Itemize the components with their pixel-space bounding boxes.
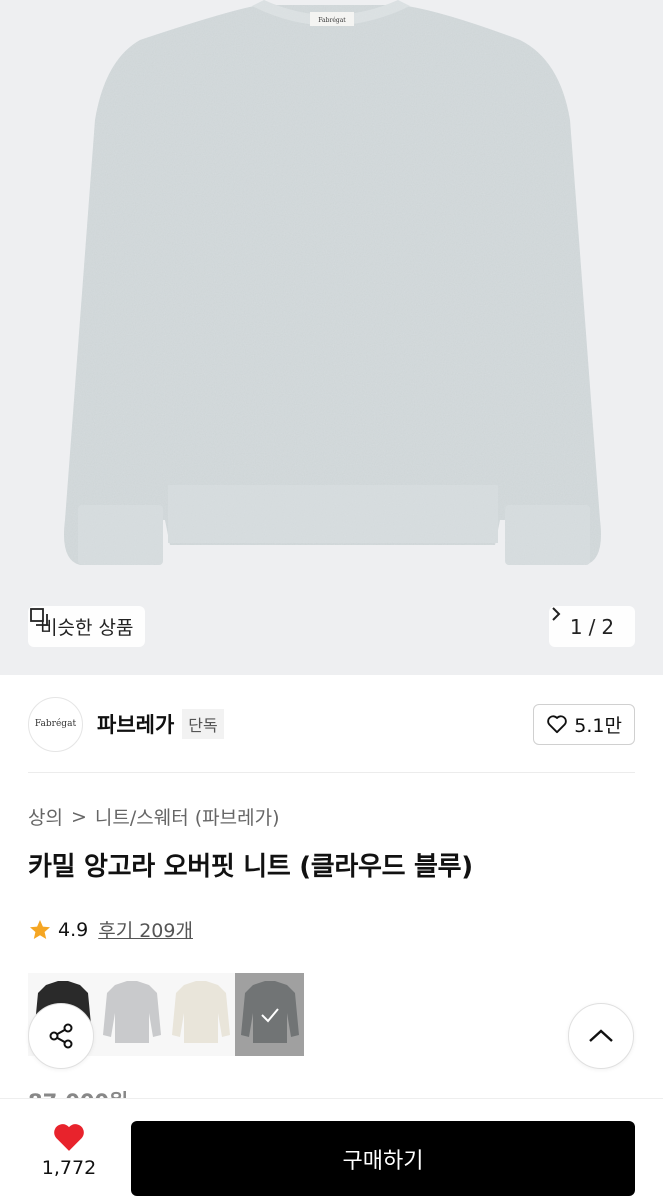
breadcrumb-level2[interactable]: 니트/스웨터 (파브레가) — [95, 803, 280, 830]
rating-row: 4.9 후기 209개 — [28, 916, 193, 943]
sweater-thumbnail — [103, 981, 161, 1043]
buy-button-label: 구매하기 — [342, 1148, 424, 1174]
heart-outline-icon — [547, 715, 568, 734]
brand-logo-text: Fabrégat — [34, 719, 77, 729]
product-title: 카밀 앙고라 오버핏 니트 (클라우드 블루) — [28, 852, 473, 882]
pager-current: 1 — [569, 614, 583, 639]
divider — [28, 772, 635, 773]
swatch-ivory[interactable] — [166, 973, 235, 1056]
similar-products-button[interactable]: 비슷한 상품 — [28, 606, 146, 647]
reviews-link[interactable]: 후기 209개 — [98, 916, 193, 943]
breadcrumb: 상의 > 니트/스웨터 (파브레가) — [28, 803, 279, 830]
heart-filled-icon — [54, 1124, 84, 1151]
rating-score: 4.9 — [58, 918, 89, 941]
wishlist-button[interactable]: 1,772 — [28, 1121, 110, 1179]
swatch-cloud-blue[interactable] — [235, 973, 304, 1056]
check-icon — [235, 973, 304, 1056]
buy-button[interactable]: 구매하기 — [131, 1121, 635, 1196]
overlap-squares-icon — [30, 608, 48, 626]
share-icon — [49, 1023, 73, 1049]
swatch-gray[interactable] — [97, 973, 166, 1056]
breadcrumb-level1[interactable]: 상의 — [28, 803, 63, 830]
wishlist-count: 1,772 — [41, 1157, 97, 1179]
pager-total: 2 — [601, 614, 615, 639]
exclusive-badge: 단독 — [182, 709, 224, 739]
product-image[interactable]: Fabrégat 비슷한 상품 1 / 2 — [0, 0, 663, 675]
chevron-up-icon — [589, 1029, 613, 1042]
chevron-right-icon — [552, 607, 561, 621]
brand-like-button[interactable]: 5.1만 — [533, 703, 635, 745]
share-button[interactable] — [28, 1003, 94, 1069]
image-pager[interactable]: 1 / 2 — [549, 606, 635, 647]
breadcrumb-separator: > — [70, 805, 87, 828]
sweater-photo: Fabrégat — [64, 0, 601, 565]
brand-name[interactable]: 파브레가 — [97, 709, 174, 739]
brand-like-count: 5.1만 — [574, 714, 622, 737]
brand-row: Fabrégat 파브레가 단독 5.1만 — [28, 696, 635, 752]
sweater-thumbnail — [172, 981, 230, 1043]
pager-separator: / — [588, 614, 596, 639]
brand-logo[interactable]: Fabrégat — [28, 696, 83, 752]
bottom-bar: 1,772 구매하기 — [0, 1098, 663, 1200]
scroll-top-button[interactable] — [568, 1003, 634, 1069]
star-icon — [30, 919, 50, 939]
similar-products-label: 비슷한 상품 — [40, 617, 134, 639]
garment-label: Fabrégat — [318, 17, 346, 24]
